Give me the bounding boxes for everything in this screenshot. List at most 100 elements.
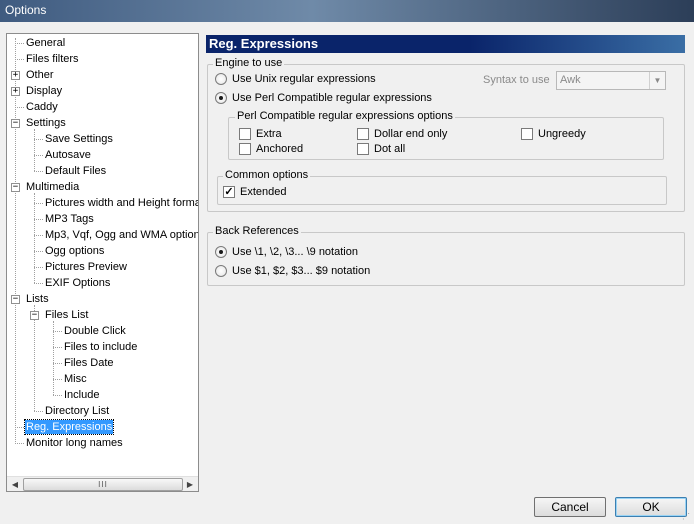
- dollar-notation-label: Use $1, $2, $3... $9 notation: [232, 265, 371, 277]
- tree-line: [34, 411, 43, 412]
- tree-item-mp3-tags[interactable]: MP3 Tags: [44, 212, 95, 226]
- tree-line: [53, 331, 62, 332]
- backslash-notation-option[interactable]: Use \1, \2, \3... \9 notation: [215, 245, 358, 259]
- extended-label: Extended: [240, 186, 287, 198]
- tree-item-settings[interactable]: Settings: [25, 116, 67, 130]
- scroll-left-icon[interactable]: ◀: [9, 479, 21, 490]
- chevron-down-icon[interactable]: ▼: [649, 72, 665, 89]
- anchored-option[interactable]: Anchored: [239, 142, 303, 156]
- scroll-thumb[interactable]: III: [23, 478, 183, 491]
- tree-line: [34, 203, 43, 204]
- tree-item-display[interactable]: Display: [25, 84, 63, 98]
- unix-regex-label: Use Unix regular expressions: [232, 73, 376, 85]
- tree-item-other[interactable]: Other: [25, 68, 55, 82]
- tree-line: [34, 283, 43, 284]
- extra-label: Extra: [256, 128, 282, 140]
- tree-line: [34, 267, 43, 268]
- tree-item-caddy[interactable]: Caddy: [25, 100, 59, 114]
- syntax-label: Syntax to use: [483, 74, 550, 86]
- dollar-end-only-label: Dollar end only: [374, 128, 448, 140]
- tree-line: [15, 59, 24, 60]
- tree-line: [34, 251, 43, 252]
- tree-line: [34, 235, 43, 236]
- ungreedy-option[interactable]: Ungreedy: [521, 127, 586, 141]
- collapse-icon[interactable]: −: [11, 119, 20, 128]
- tree-item-files-date[interactable]: Files Date: [63, 356, 115, 370]
- tree-line: [15, 107, 24, 108]
- tree-line: [15, 443, 24, 444]
- tree-line: [34, 305, 35, 411]
- window-titlebar: Options: [0, 0, 694, 22]
- tree-item-default-files[interactable]: Default Files: [44, 164, 107, 178]
- tree-line: [53, 347, 62, 348]
- anchored-checkbox[interactable]: [239, 143, 251, 155]
- resize-grip-icon[interactable]: ⋰: [682, 512, 692, 522]
- engine-legend: Engine to use: [213, 57, 285, 69]
- tree-line: [34, 193, 35, 283]
- tree-horizontal-scrollbar[interactable]: ◀ III ▶: [7, 476, 198, 491]
- dollar-end-only-checkbox[interactable]: [357, 128, 369, 140]
- tree-line: [34, 129, 35, 171]
- extra-checkbox[interactable]: [239, 128, 251, 140]
- tree-item-include[interactable]: Include: [63, 388, 100, 402]
- tree-item-files-filters[interactable]: Files filters: [25, 52, 80, 66]
- tree-item-multimedia[interactable]: Multimedia: [25, 180, 80, 194]
- tree-line: [34, 155, 43, 156]
- syntax-select-value: Awk: [560, 74, 581, 86]
- extended-option[interactable]: ✓ Extended: [223, 185, 286, 199]
- tree-item-general[interactable]: General: [25, 36, 66, 50]
- extra-option[interactable]: Extra: [239, 127, 282, 141]
- syntax-select[interactable]: Awk ▼: [556, 71, 666, 90]
- tree-item-reg-expressions[interactable]: Reg. Expressions: [23, 419, 115, 435]
- backslash-notation-radio[interactable]: [215, 246, 227, 258]
- dollar-notation-radio[interactable]: [215, 265, 227, 277]
- dot-all-checkbox[interactable]: [357, 143, 369, 155]
- unix-regex-radio[interactable]: [215, 73, 227, 85]
- tree-line: [34, 171, 43, 172]
- expand-icon[interactable]: +: [11, 87, 20, 96]
- tree-item-directory-list[interactable]: Directory List: [44, 404, 110, 418]
- tree-item-pictures-preview[interactable]: Pictures Preview: [44, 260, 128, 274]
- dot-all-option[interactable]: Dot all: [357, 142, 405, 156]
- tree-item-misc[interactable]: Misc: [63, 372, 88, 386]
- tree-item-double-click[interactable]: Double Click: [63, 324, 127, 338]
- options-tree[interactable]: + + − − − − General Files filters Other …: [6, 33, 199, 492]
- collapse-icon[interactable]: −: [11, 295, 20, 304]
- tree-content: + + − − − − General Files filters Other …: [7, 34, 198, 475]
- tree-item-lists[interactable]: Lists: [25, 292, 50, 306]
- tree-item-files-list[interactable]: Files List: [44, 308, 89, 322]
- unix-regex-option[interactable]: Use Unix regular expressions: [215, 72, 376, 86]
- tree-item-mp3-vqf-ogg-wma[interactable]: Mp3, Vqf, Ogg and WMA option: [44, 228, 198, 242]
- collapse-icon[interactable]: −: [30, 311, 39, 320]
- collapse-icon[interactable]: −: [11, 183, 20, 192]
- perl-regex-option[interactable]: Use Perl Compatible regular expressions: [215, 91, 432, 105]
- pcre-options-legend: Perl Compatible regular expressions opti…: [235, 110, 455, 122]
- tree-item-monitor-long-names[interactable]: Monitor long names: [25, 436, 124, 450]
- dollar-notation-option[interactable]: Use $1, $2, $3... $9 notation: [215, 264, 370, 278]
- tree-line: [15, 43, 24, 44]
- tree-line: [53, 321, 54, 395]
- tree-item-exif-options[interactable]: EXIF Options: [44, 276, 111, 290]
- tree-item-save-settings[interactable]: Save Settings: [44, 132, 114, 146]
- tree-item-autosave[interactable]: Autosave: [44, 148, 92, 162]
- backslash-notation-label: Use \1, \2, \3... \9 notation: [232, 246, 358, 258]
- tree-item-files-to-include[interactable]: Files to include: [63, 340, 138, 354]
- tree-line: [15, 427, 24, 428]
- tree-item-ogg-options[interactable]: Ogg options: [44, 244, 105, 258]
- ungreedy-label: Ungreedy: [538, 128, 586, 140]
- cancel-button[interactable]: Cancel: [534, 497, 606, 517]
- panel-title: Reg. Expressions: [206, 35, 685, 53]
- tree-item-pictures-format[interactable]: Pictures width and Height format: [44, 196, 198, 210]
- common-options-legend: Common options: [223, 169, 311, 181]
- window-title: Options: [5, 3, 47, 17]
- extended-checkbox[interactable]: ✓: [223, 186, 235, 198]
- scroll-right-icon[interactable]: ▶: [184, 479, 196, 490]
- perl-regex-radio[interactable]: [215, 92, 227, 104]
- tree-line: [34, 219, 43, 220]
- tree-line: [53, 379, 62, 380]
- ungreedy-checkbox[interactable]: [521, 128, 533, 140]
- back-references-legend: Back References: [213, 225, 301, 237]
- expand-icon[interactable]: +: [11, 71, 20, 80]
- dollar-end-only-option[interactable]: Dollar end only: [357, 127, 447, 141]
- ok-button[interactable]: OK: [615, 497, 687, 517]
